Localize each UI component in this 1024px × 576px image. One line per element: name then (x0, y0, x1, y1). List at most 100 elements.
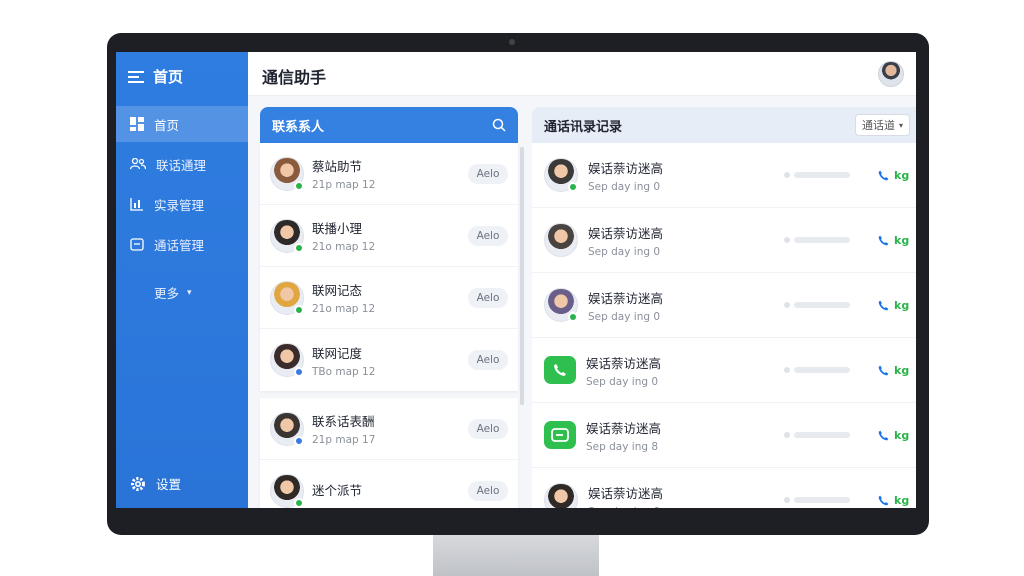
call-button[interactable]: kg (877, 364, 909, 377)
call-button[interactable]: kg (877, 299, 909, 312)
top-header: 通信助手 (248, 52, 916, 96)
duration-bar (784, 302, 850, 308)
record-name: 娱话萘访迷高 (588, 290, 664, 306)
contact-row[interactable]: 联网记度 TBo map 12 Aelo (260, 329, 518, 391)
sidebar-item-contacts[interactable]: 联话通理 (116, 146, 248, 182)
contact-action-button[interactable]: Aelo (468, 225, 508, 246)
call-button[interactable]: kg (877, 494, 909, 507)
sidebar-item-label: 联话通理 (156, 157, 207, 173)
phone-app-icon (544, 356, 576, 384)
search-icon[interactable] (492, 118, 506, 132)
record-name: 娱话萘访迷高 (588, 485, 664, 501)
call-tag: kg (894, 363, 910, 377)
contact-list-b: 联系话表酬 21p map 17 Aelo 迷个派节 Aelo (260, 398, 518, 508)
scrollbar[interactable] (520, 147, 524, 405)
contact-action-button[interactable]: Aelo (468, 350, 508, 370)
records-panel: 通话讯录记录 通话道 ▾ 娱话萘访迷高 Sep day ing 0 kg 娱话萘… (532, 107, 916, 508)
contact-action-button[interactable]: Aelo (468, 287, 508, 308)
contacts-header: 联系系人 (260, 107, 518, 143)
filter-label: 通话道 (861, 119, 895, 132)
contact-action-button[interactable]: Aelo (468, 163, 508, 184)
record-detail: Sep day ing 0 (588, 180, 661, 193)
phone-icon (878, 430, 889, 440)
call-tag: kg (894, 298, 910, 312)
call-tag: kg (894, 493, 910, 507)
people-icon (130, 158, 146, 170)
contact-action-button[interactable]: Aelo (468, 418, 508, 439)
brand[interactable]: 首页 (128, 66, 183, 87)
dashboard-icon (130, 117, 144, 131)
user-avatar[interactable] (878, 61, 904, 87)
call-tag: kg (894, 428, 910, 442)
contact-list-a: 蔡站助节 21p map 12 Aelo 联播小理 21o map 12 Ael… (260, 143, 518, 391)
contact-row[interactable]: 蔡站助节 21p map 12 Aelo (260, 143, 518, 205)
avatar (544, 483, 578, 508)
record-detail: Sep day ing 0 (588, 506, 788, 509)
call-button[interactable]: kg (877, 169, 909, 182)
duration-bar (784, 367, 850, 373)
sidebar-item-home[interactable]: 首页 (116, 106, 248, 142)
contact-detail: 21o map 12 (312, 303, 376, 315)
contact-detail: 21p map 12 (312, 179, 376, 191)
records-list: 娱话萘访迷高 Sep day ing 0 kg 娱话萘访迷高 Sep day i… (532, 143, 916, 508)
status-dot (294, 435, 304, 446)
chart-icon (130, 198, 143, 211)
avatar (544, 223, 578, 257)
duration-bar (784, 172, 850, 178)
status-dot (294, 242, 304, 253)
avatar (270, 156, 304, 191)
contact-detail: 21p map 17 (312, 434, 376, 446)
contact-name: 联网记态 (312, 283, 363, 298)
record-row[interactable]: 娱话萘访迷高 Sep day ing 0 kg (532, 338, 916, 403)
records-filter-select[interactable]: 通话道 ▾ (854, 114, 910, 136)
sidebar-item-calls[interactable]: 通话管理 (116, 226, 248, 262)
record-row[interactable]: 娱话萘访迷高 Sep day ing 0 kg (532, 208, 916, 273)
contact-name: 联系话表酬 (312, 414, 375, 429)
call-button[interactable]: kg (877, 429, 909, 442)
contact-name: 蔡站助节 (312, 159, 363, 174)
contact-action-button[interactable]: Aelo (468, 481, 508, 501)
avatar (544, 288, 578, 322)
avatar (270, 280, 304, 315)
avatar (270, 474, 304, 508)
record-name: 娱话萘访迷高 (588, 225, 664, 241)
record-name: 娱话萘访迷高 (588, 160, 664, 176)
contact-row[interactable]: 联网记态 21o map 12 Aelo (260, 267, 518, 329)
avatar (544, 158, 578, 192)
call-button[interactable]: kg (877, 234, 909, 247)
status-dot (294, 367, 304, 377)
duration-bar (784, 497, 850, 503)
contact-name: 联播小理 (312, 221, 363, 236)
more-label: 更多 (154, 286, 180, 301)
avatar (270, 218, 304, 253)
status-dot (294, 304, 304, 315)
record-detail: Sep day ing 8 (586, 440, 659, 453)
contact-row[interactable]: 联播小理 21o map 12 Aelo (260, 205, 518, 267)
phone-icon (878, 495, 889, 505)
sidebar-item-records[interactable]: 实录管理 (116, 186, 248, 222)
phone-icon (878, 170, 889, 180)
status-dot (294, 180, 304, 191)
status-dot (568, 182, 578, 192)
webcam (509, 39, 515, 45)
record-row[interactable]: 娱话萘访迷高 Sep day ing 8 kg (532, 403, 916, 468)
record-detail: Sep day ing 0 (588, 310, 661, 323)
sidebar-more[interactable]: 更多 ▾ (154, 283, 192, 302)
contacts-panel: 联系系人 蔡站助节 21p map 12 Aelo 联播小理 21o map 1… (260, 107, 518, 508)
message-app-icon (544, 421, 576, 449)
avatar (270, 411, 304, 446)
record-row[interactable]: 娱话萘访迷高 Sep day ing 0 kg (532, 143, 916, 208)
gear-icon (131, 476, 145, 491)
record-row[interactable]: 娱话萘访迷高 Sep day ing 0 kg (532, 468, 916, 508)
settings-button[interactable]: 设置 (130, 474, 181, 493)
calendar-icon (130, 238, 144, 251)
record-detail: Sep day ing 0 (588, 245, 661, 258)
menu-icon[interactable] (128, 70, 144, 84)
record-row[interactable]: 娱话萘访迷高 Sep day ing 0 kg (532, 273, 916, 338)
page-title: 通信助手 (262, 68, 327, 87)
contact-row[interactable]: 联系话表酬 21p map 17 Aelo (260, 398, 518, 460)
contact-row[interactable]: 迷个派节 Aelo (260, 460, 518, 508)
duration-bar (784, 237, 850, 243)
brand-label: 首页 (153, 68, 184, 86)
avatar (270, 343, 304, 377)
